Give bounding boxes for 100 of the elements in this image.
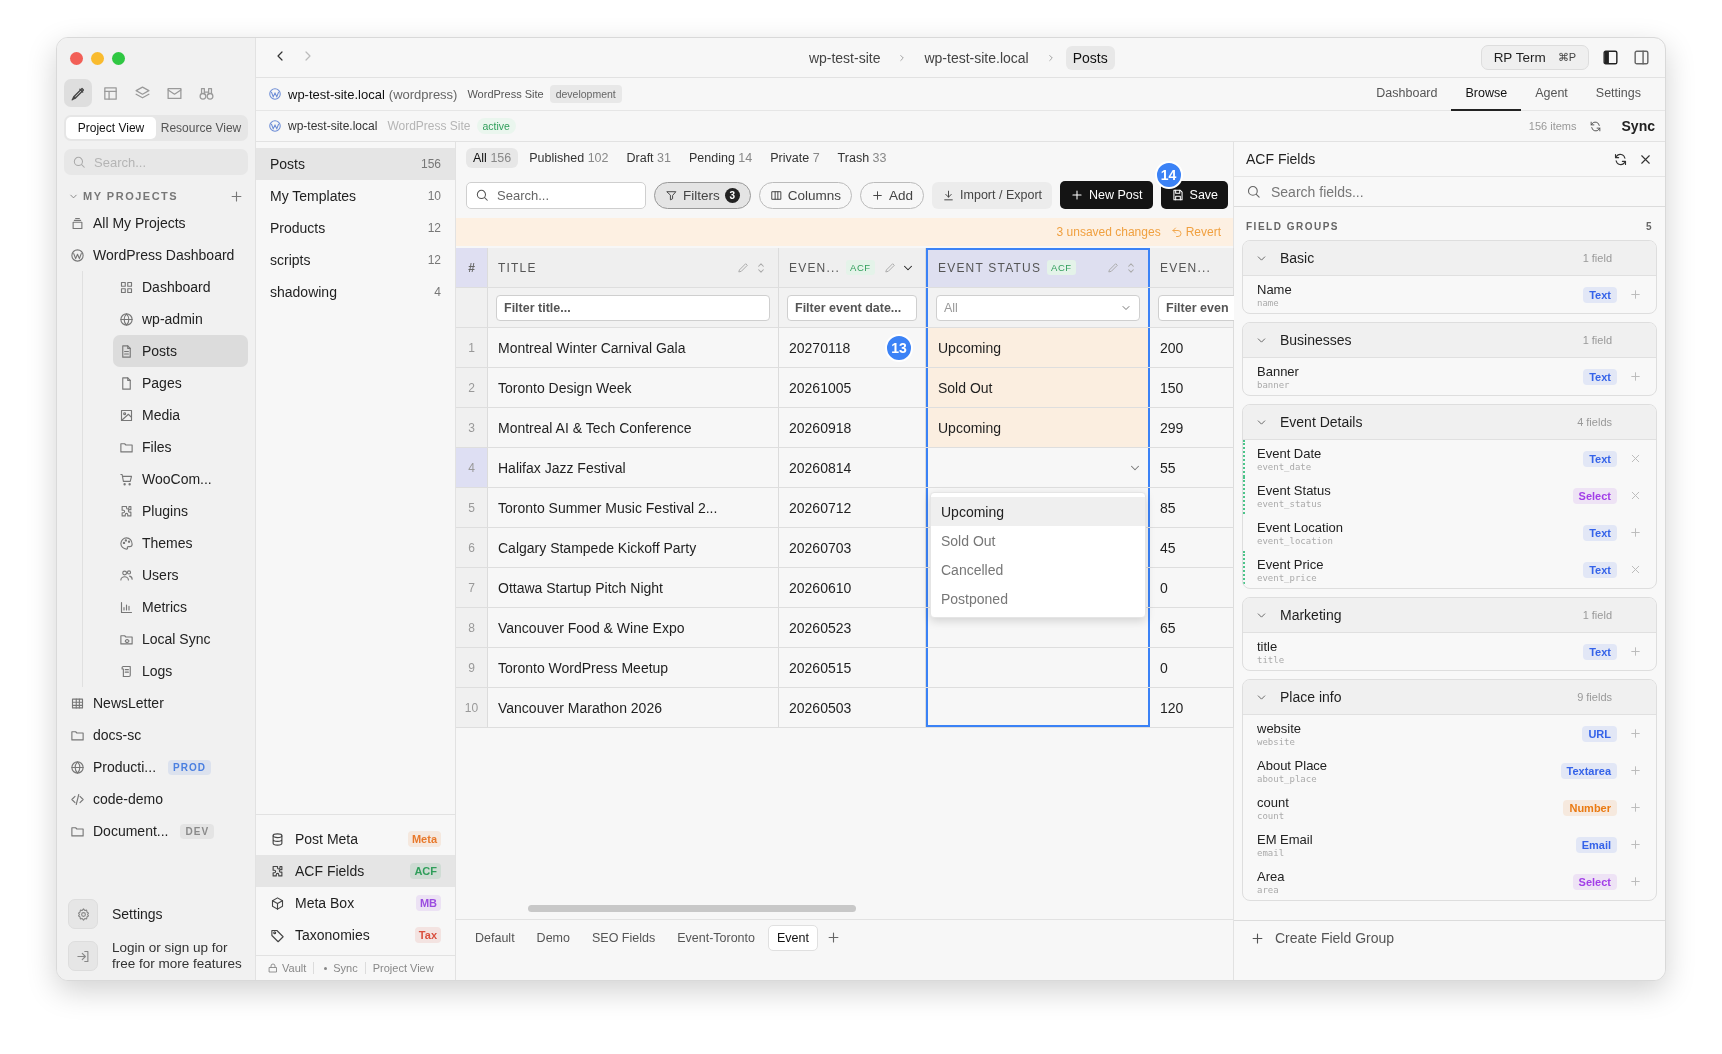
table-cell[interactable] — [926, 688, 1150, 727]
status-filter-tab[interactable]: Pending 14 — [682, 148, 760, 168]
tree-item[interactable]: Dashboard — [113, 271, 248, 303]
source-item[interactable]: ACF Fields ACF — [256, 855, 455, 887]
tree-item[interactable]: Pages — [113, 367, 248, 399]
collection-item[interactable]: Posts 156 — [256, 148, 455, 180]
source-item[interactable]: Taxonomies Tax — [256, 919, 455, 951]
refresh-icon[interactable] — [1613, 151, 1628, 167]
panel-right-icon[interactable] — [1632, 48, 1651, 67]
plus-icon[interactable] — [229, 188, 244, 204]
tree-item[interactable]: wp-admin — [113, 303, 248, 335]
status-filter-tab[interactable]: All 156 — [466, 148, 519, 168]
minimize-window-button[interactable] — [91, 52, 104, 65]
tree-item[interactable]: code-demo — [64, 783, 248, 815]
site-tab[interactable]: Browse — [1451, 77, 1522, 111]
tree-item[interactable]: Metrics — [113, 591, 248, 623]
tree-item[interactable]: docs-sc — [64, 719, 248, 751]
sync-button[interactable]: Sync — [1621, 118, 1655, 134]
source-item[interactable]: Meta Box MB — [256, 887, 455, 919]
login-button[interactable] — [68, 941, 98, 971]
collection-item[interactable]: My Templates 10 — [256, 180, 455, 212]
tree-item[interactable]: Document... DEV — [64, 815, 248, 847]
tree-item[interactable]: Local Sync — [113, 623, 248, 655]
scrollbar-thumb[interactable] — [528, 905, 856, 912]
view-tab[interactable]: SEO Fields — [582, 924, 665, 951]
tree-item[interactable]: Themes — [113, 527, 248, 559]
status-bar-item[interactable]: Sync — [333, 962, 358, 974]
dropdown-option[interactable]: Cancelled — [931, 555, 1145, 584]
view-tab[interactable]: Default — [466, 924, 524, 951]
tree-item[interactable]: Logs — [113, 655, 248, 687]
site-tab[interactable]: Agent — [1521, 77, 1582, 111]
new-post-button[interactable]: New Post — [1060, 181, 1153, 209]
filters-button[interactable]: Filters 3 — [654, 181, 751, 209]
settings-button[interactable]: Settings — [64, 896, 248, 932]
site-tab[interactable]: Dashboard — [1362, 77, 1452, 111]
view-tab[interactable]: Event-Toronto — [668, 924, 764, 951]
source-item[interactable]: Post Meta Meta — [256, 823, 455, 855]
terminal-button[interactable]: RP Term ⌘P — [1480, 45, 1589, 70]
tree-item[interactable]: Producti... PROD — [64, 751, 248, 783]
table-cell[interactable]: Upcoming — [926, 328, 1150, 367]
site-tab[interactable]: Settings — [1581, 77, 1655, 111]
tree-item[interactable]: Media — [113, 399, 248, 431]
status-filter-tab[interactable]: Draft 31 — [619, 148, 678, 168]
pencil-icon[interactable] — [884, 261, 897, 274]
table-cell[interactable] — [926, 648, 1150, 687]
search-field[interactable]: Search... — [495, 186, 637, 204]
tree-item[interactable]: All My Projects — [64, 207, 248, 239]
table-cell[interactable]: Sold Out — [926, 368, 1150, 407]
columns-button[interactable]: Columns — [758, 181, 853, 209]
status-filter-tab[interactable]: Published 102 — [522, 148, 616, 168]
breadcrumb-item[interactable]: wp-test-site.local — [917, 45, 1036, 70]
filter-field[interactable]: Filter even — [1158, 294, 1234, 321]
view-tab[interactable]: Resource View — [156, 117, 246, 139]
group-header[interactable]: Businesses 1 field — [1243, 323, 1656, 358]
group-header[interactable]: Event Details 4 fields — [1243, 405, 1656, 440]
tree-item[interactable]: WordPress Dashboard — [64, 239, 248, 271]
status-filter-tab[interactable]: Trash 33 — [830, 148, 894, 168]
zoom-window-button[interactable] — [112, 52, 125, 65]
collection-item[interactable]: shadowing 4 — [256, 276, 455, 308]
field-key: area — [1257, 884, 1573, 895]
search-box[interactable]: Search... — [466, 181, 646, 209]
pencil-icon[interactable] — [737, 261, 750, 274]
table-cell[interactable]: Upcoming — [926, 408, 1150, 447]
column-header[interactable]: # — [456, 248, 488, 287]
acf-badge: ACF — [1047, 260, 1076, 275]
tree-item[interactable]: Users — [113, 559, 248, 591]
search-field[interactable]: Search fields... — [1269, 182, 1653, 201]
table-cell: Toronto WordPress Meetup — [498, 659, 669, 676]
group-header[interactable]: Marketing 1 field — [1243, 598, 1656, 633]
breadcrumb-item[interactable]: Posts — [1065, 45, 1115, 70]
plus-icon[interactable] — [825, 930, 841, 945]
panel-left-icon[interactable] — [1601, 48, 1620, 67]
dropdown-option[interactable]: Postponed — [931, 584, 1145, 613]
filter-field[interactable]: Filter title... — [496, 294, 770, 321]
tree-item[interactable]: NewsLetter — [64, 687, 248, 719]
add-column-button[interactable]: Add — [860, 181, 925, 209]
pen-tool-button[interactable] — [64, 79, 92, 107]
collection-item[interactable]: Products 12 — [256, 212, 455, 244]
tree-item[interactable]: WooCom... — [113, 463, 248, 495]
view-tab[interactable]: Event — [768, 924, 818, 951]
breadcrumb-item[interactable]: wp-test-site — [801, 45, 888, 70]
group-header[interactable]: Place info 9 fields — [1243, 680, 1656, 715]
close-window-button[interactable] — [70, 52, 83, 65]
tree-item[interactable]: Plugins — [113, 495, 248, 527]
dropdown-option[interactable]: Sold Out — [931, 526, 1145, 555]
collection-item[interactable]: scripts 12 — [256, 244, 455, 276]
import-export-button[interactable]: Import / Export — [932, 181, 1053, 209]
create-field-group-button[interactable]: Create Field Group — [1234, 920, 1665, 955]
group-header[interactable]: Basic 1 field — [1243, 241, 1656, 276]
view-tab[interactable]: Project View — [66, 117, 156, 139]
status-filter-tab[interactable]: Private 7 — [763, 148, 827, 168]
tree-item[interactable]: Posts — [113, 335, 248, 367]
column-header[interactable]: EVENT STATUS ACF — [926, 248, 1150, 287]
tree-item[interactable]: Files — [113, 431, 248, 463]
view-tab[interactable]: Demo — [527, 924, 579, 951]
dropdown-option[interactable]: Upcoming — [931, 497, 1145, 526]
pencil-icon[interactable] — [1107, 261, 1120, 274]
save-button[interactable]: Save — [1160, 181, 1229, 209]
filter-field[interactable]: Filter event date... — [787, 294, 917, 321]
table-cell: Toronto Summer Music Festival 2... — [498, 499, 718, 516]
